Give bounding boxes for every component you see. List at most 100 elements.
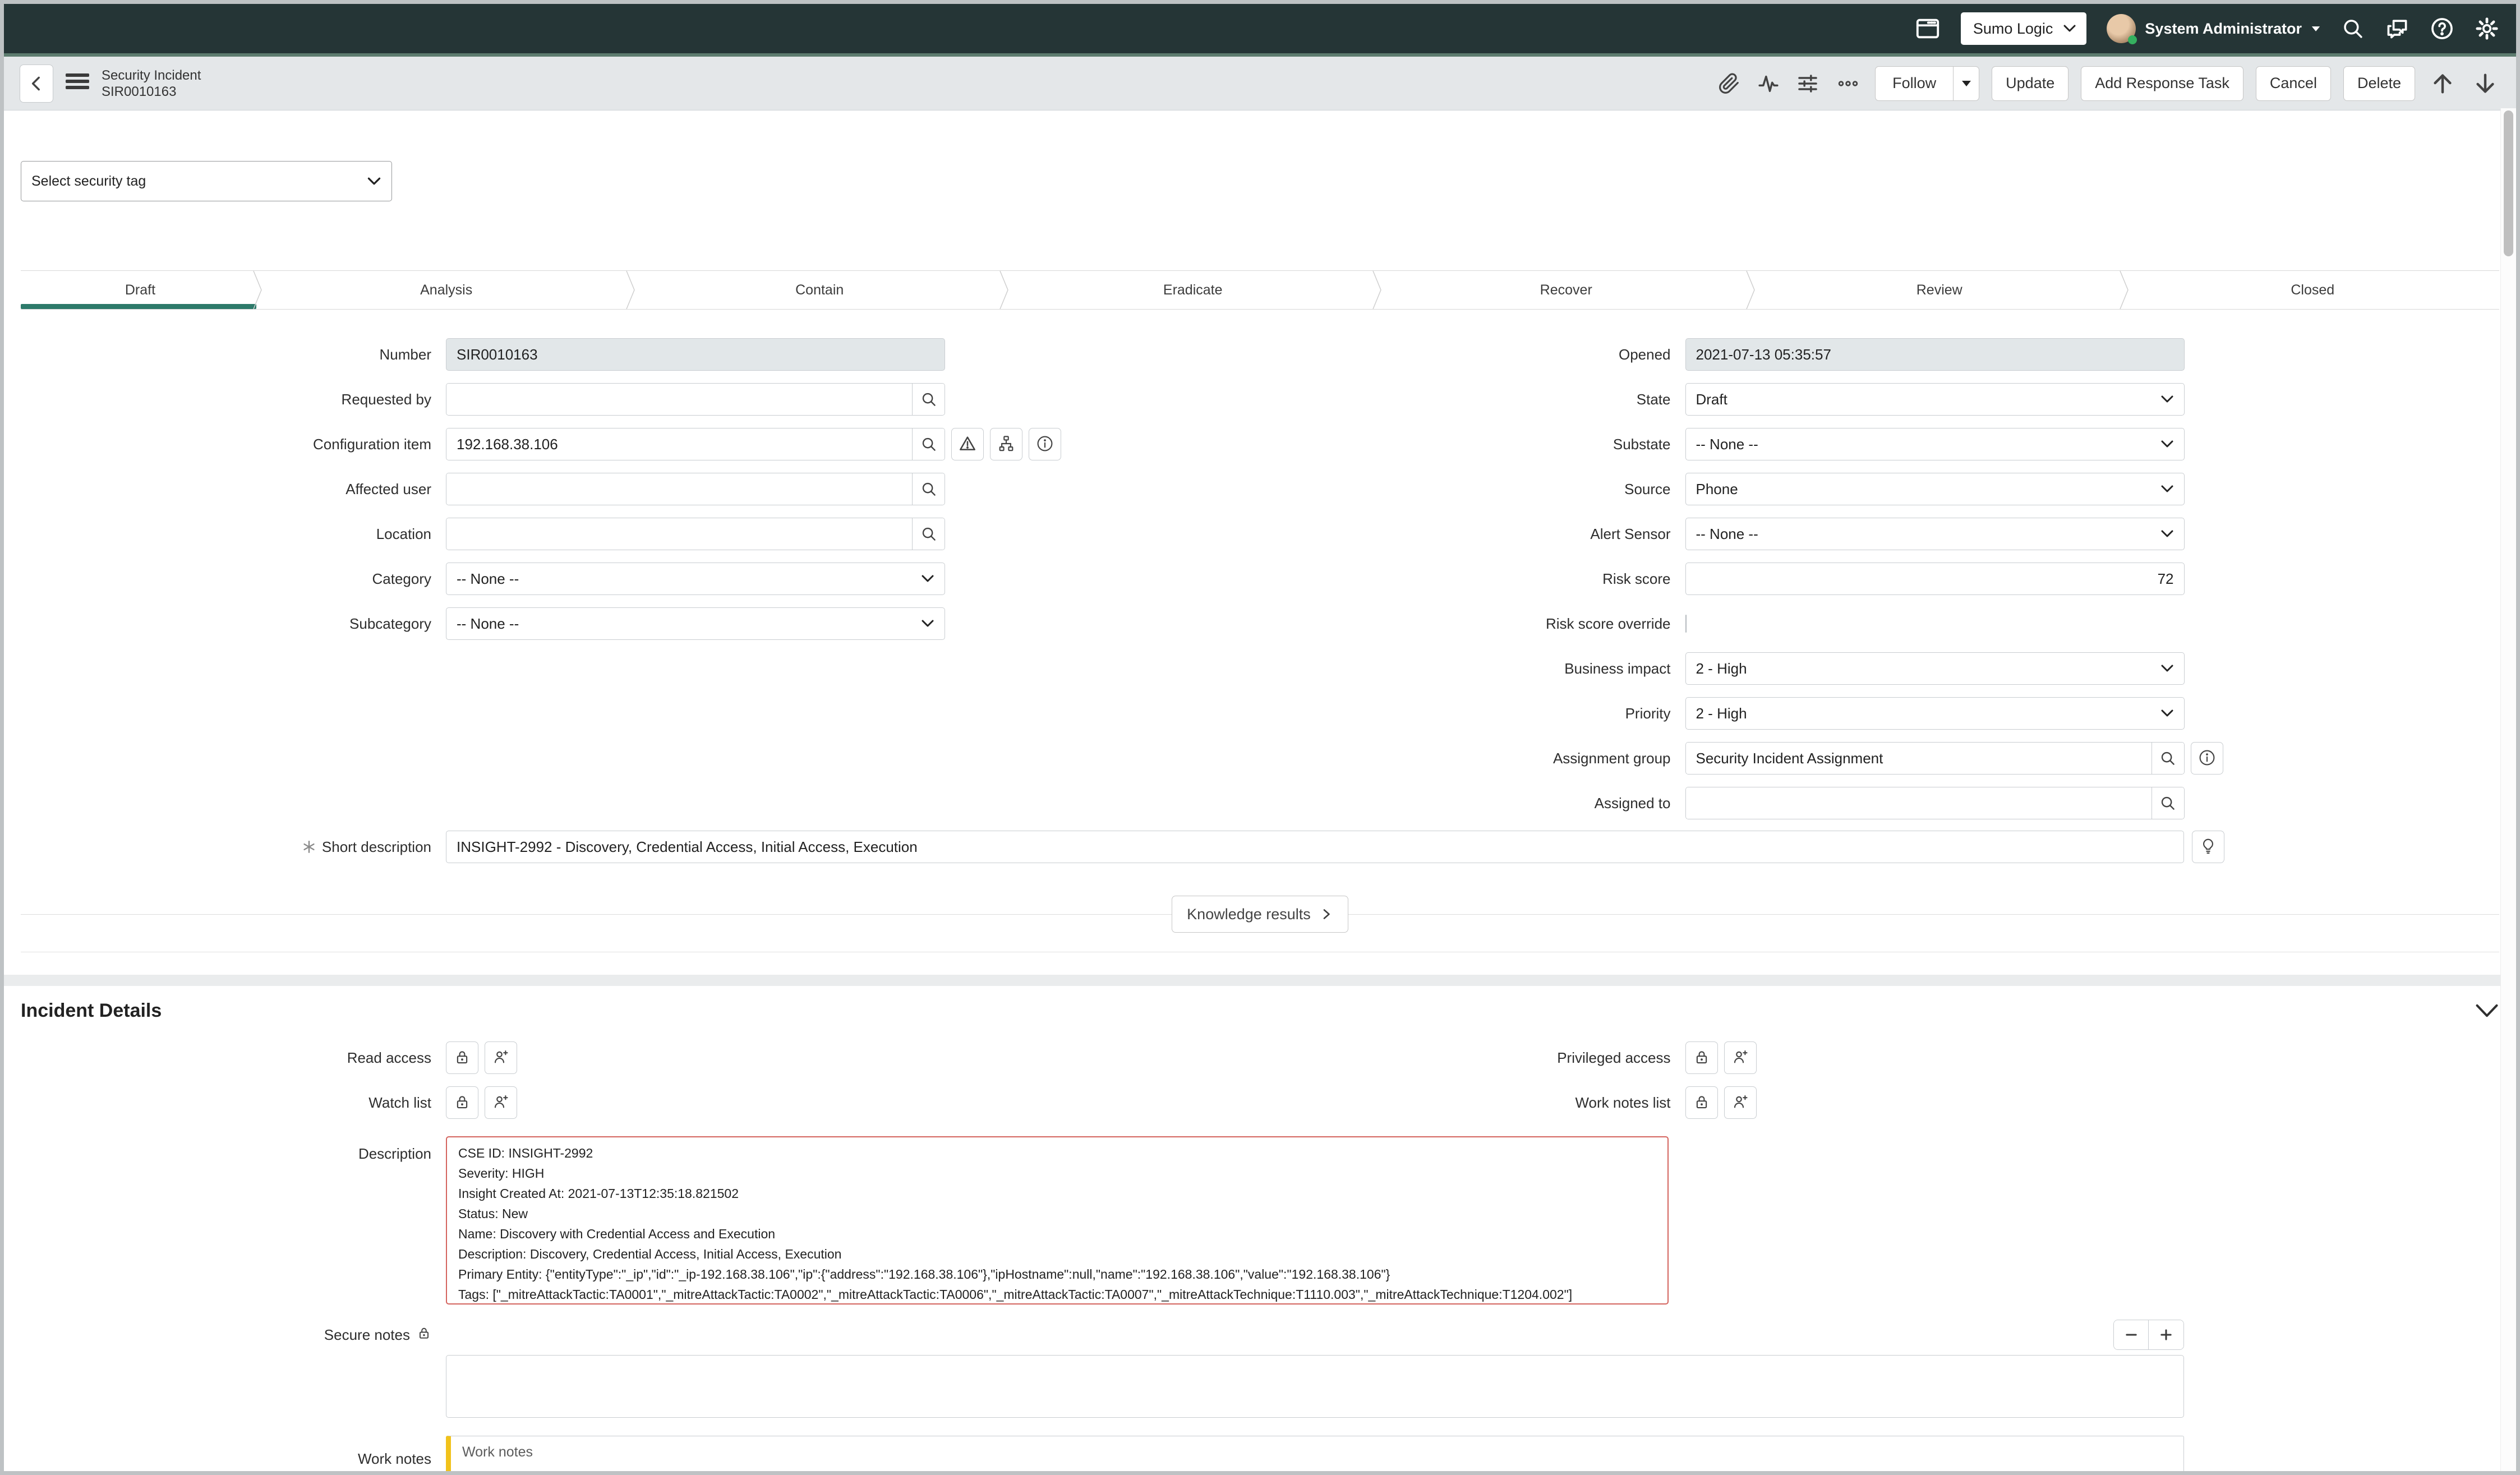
stage-recover[interactable]: Recover	[1379, 271, 1753, 309]
vertical-scrollbar[interactable]	[2500, 108, 2516, 1471]
user-menu[interactable]: System Administrator	[2107, 14, 2321, 43]
affected-user-input[interactable]	[446, 473, 912, 505]
search-icon[interactable]	[2341, 17, 2365, 40]
risk-score-override-checkbox[interactable]	[1685, 615, 1687, 633]
show-problem-button[interactable]	[951, 428, 984, 460]
activity-stream-icon[interactable]	[1755, 70, 1782, 97]
subcategory-select[interactable]: -- None --	[446, 607, 945, 640]
configuration-item-lookup-button[interactable]	[912, 428, 945, 460]
chevron-down-icon	[2160, 440, 2174, 449]
preview-record-button[interactable]	[1029, 428, 1061, 460]
substate-select[interactable]: -- None --	[1685, 428, 2185, 460]
field-state: State Draft	[1260, 377, 2500, 422]
work-notes-list-add-user-button[interactable]	[1724, 1086, 1757, 1119]
configuration-item-input[interactable]	[446, 428, 912, 460]
source-select[interactable]: Phone	[1685, 473, 2185, 505]
follow-split-button: Follow	[1875, 66, 1979, 101]
more-options-icon[interactable]	[1833, 70, 1863, 97]
assigned-to-input[interactable]	[1686, 787, 2152, 819]
dependency-map-button[interactable]	[990, 428, 1022, 460]
suggestion-bulb-button[interactable]	[2192, 831, 2224, 863]
incident-details-header[interactable]: Incident Details	[21, 986, 2499, 1035]
watch-list-add-user-button[interactable]	[485, 1086, 517, 1119]
read-access-add-user-button[interactable]	[485, 1041, 517, 1074]
grow-field-button[interactable]	[2149, 1320, 2183, 1349]
back-button[interactable]	[20, 64, 53, 103]
assigned-to-lookup-button[interactable]	[2152, 787, 2184, 819]
record-number: SIR0010163	[102, 84, 201, 100]
risk-score-input[interactable]	[1685, 563, 2185, 595]
read-access-lock-button[interactable]	[446, 1041, 478, 1074]
privileged-access-add-user-button[interactable]	[1724, 1041, 1757, 1074]
assignment-group-input[interactable]	[1686, 743, 2152, 774]
knowledge-results-row: Knowledge results	[21, 896, 2499, 933]
stage-contain[interactable]: Contain	[633, 271, 1006, 309]
attachment-icon[interactable]	[1716, 70, 1743, 97]
online-status-dot	[2128, 35, 2137, 44]
add-response-task-button[interactable]: Add Response Task	[2081, 66, 2243, 101]
app-picker-value: Sumo Logic	[1973, 20, 2053, 38]
scrollbar-thumb[interactable]	[2504, 110, 2513, 256]
requested-by-lookup-button[interactable]	[912, 384, 945, 415]
location-lookup-button[interactable]	[912, 518, 945, 550]
assignment-group-lookup-button[interactable]	[2152, 743, 2184, 774]
field-substate: Substate -- None --	[1260, 422, 2500, 467]
record-type: Security Incident	[102, 67, 201, 84]
next-record-icon[interactable]	[2470, 68, 2500, 99]
follow-caret-button[interactable]	[1953, 67, 1979, 100]
chevron-down-icon	[921, 619, 934, 628]
personalize-form-icon[interactable]	[1794, 70, 1821, 97]
context-menu-icon[interactable]	[65, 70, 90, 96]
stage-closed[interactable]: Closed	[2126, 271, 2500, 309]
opened-input[interactable]	[1685, 338, 2185, 371]
knowledge-results-button[interactable]: Knowledge results	[1172, 896, 1348, 933]
field-affected-user: Affected user	[21, 467, 1260, 511]
number-input[interactable]	[446, 338, 945, 371]
short-description-input[interactable]	[446, 831, 2184, 863]
chat-icon[interactable]	[2385, 16, 2410, 41]
state-select[interactable]: Draft	[1685, 383, 2185, 416]
stage-label: Closed	[2291, 282, 2334, 298]
field-work-notes: Work notes	[21, 1436, 2499, 1475]
delete-button[interactable]: Delete	[2343, 66, 2415, 101]
description-label: Description	[21, 1136, 446, 1163]
category-select[interactable]: -- None --	[446, 563, 945, 595]
work-notes-label: Work notes	[21, 1436, 446, 1468]
subcategory-value: -- None --	[457, 615, 519, 633]
stage-eradicate[interactable]: Eradicate	[1006, 271, 1380, 309]
mandatory-icon	[302, 840, 316, 854]
assignment-group-preview-button[interactable]	[2191, 742, 2223, 775]
collapse-section-icon[interactable]	[2475, 1003, 2499, 1018]
privileged-access-lock-button[interactable]	[1685, 1041, 1718, 1074]
follow-button[interactable]: Follow	[1876, 67, 1953, 100]
location-input[interactable]	[446, 518, 912, 550]
alert-sensor-select[interactable]: -- None --	[1685, 518, 2185, 550]
security-tag-select[interactable]: Select security tag	[21, 161, 392, 201]
app-picker-select[interactable]: Sumo Logic	[1961, 12, 2087, 45]
requested-by-input[interactable]	[446, 384, 912, 415]
stage-analysis[interactable]: Analysis	[260, 271, 633, 309]
stage-review[interactable]: Review	[1753, 271, 2126, 309]
state-value: Draft	[1696, 391, 1727, 408]
gear-icon[interactable]	[2475, 16, 2499, 41]
update-button[interactable]: Update	[1992, 66, 2068, 101]
previous-record-icon[interactable]	[2427, 68, 2458, 99]
description-textarea[interactable]: CSE ID: INSIGHT-2992 Severity: HIGH Insi…	[446, 1136, 1669, 1305]
shrink-field-button[interactable]	[2114, 1320, 2149, 1349]
stage-label: Draft	[125, 282, 155, 298]
help-icon[interactable]	[2430, 16, 2454, 41]
secure-notes-textarea[interactable]	[446, 1355, 2184, 1418]
app-window-icon[interactable]	[1915, 16, 1941, 42]
work-notes-list-lock-button[interactable]	[1685, 1086, 1718, 1119]
business-impact-select[interactable]: 2 - High	[1685, 652, 2185, 685]
cancel-button[interactable]: Cancel	[2256, 66, 2331, 101]
work-notes-textarea[interactable]	[446, 1436, 2184, 1475]
field-description: Description CSE ID: INSIGHT-2992 Severit…	[21, 1136, 2499, 1305]
stage-draft[interactable]: Draft	[21, 271, 260, 309]
info-icon	[2198, 749, 2216, 768]
affected-user-lookup-button[interactable]	[912, 473, 945, 505]
chevron-down-icon	[921, 574, 934, 583]
watch-list-lock-button[interactable]	[446, 1086, 478, 1119]
priority-select[interactable]: 2 - High	[1685, 697, 2185, 730]
chevron-right-icon	[1320, 906, 1333, 923]
